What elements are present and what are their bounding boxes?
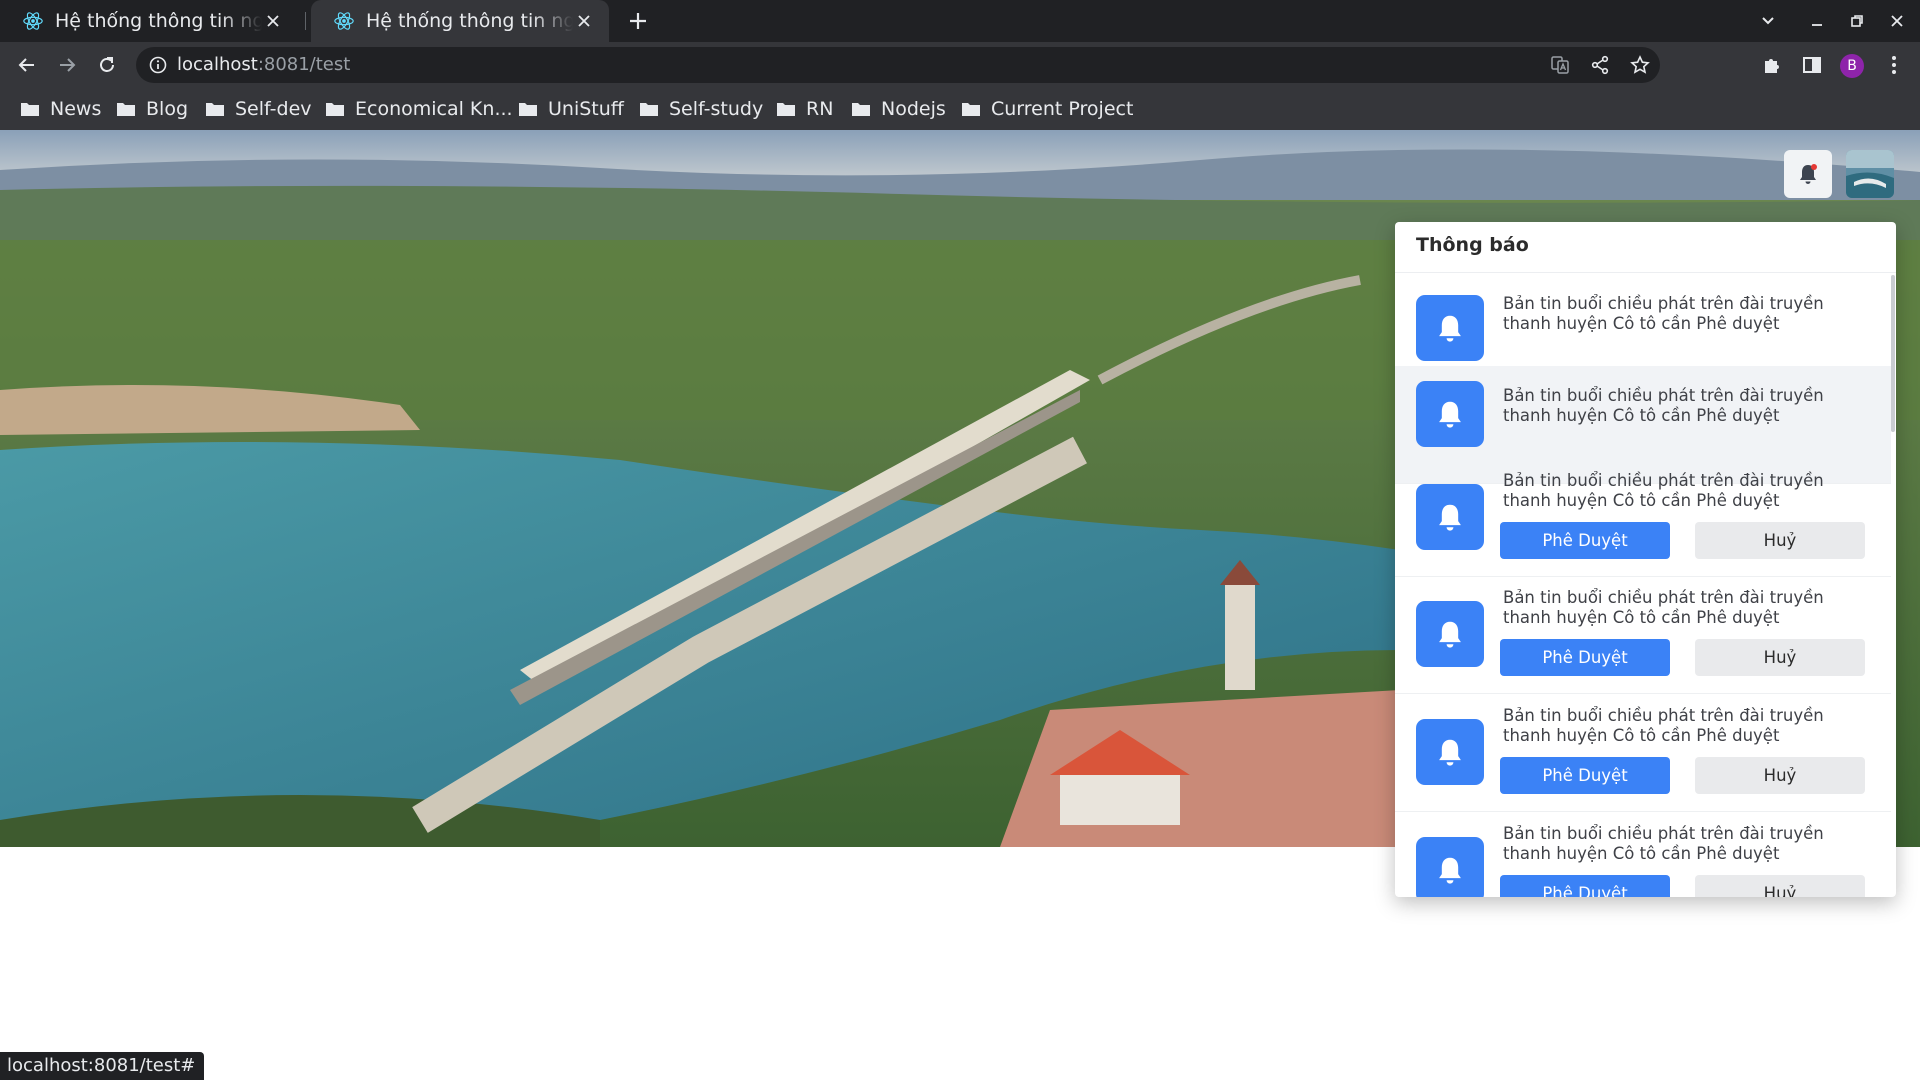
tab-search-button[interactable] (1753, 6, 1783, 36)
notification-text: Bản tin buổi chiều phát trên đài truyền … (1503, 386, 1824, 425)
more-vertical-icon[interactable] (1880, 51, 1908, 79)
arrow-right-icon (60, 58, 76, 72)
status-bar-url: localhost:8081/test# (0, 1052, 205, 1080)
folder-icon (206, 103, 224, 116)
approve-button[interactable]: Phê Duyệt (1500, 522, 1670, 559)
cancel-button[interactable]: Huỷ (1695, 639, 1865, 676)
folder-icon (852, 103, 870, 116)
bell-icon (1416, 837, 1484, 897)
folder-icon (962, 103, 980, 116)
browser-tab-1[interactable]: Hệ thống thông tin nguồn (0, 0, 298, 42)
folder-icon (640, 103, 658, 116)
arrow-left-icon (18, 58, 34, 72)
chevron-down-icon (1762, 17, 1774, 25)
restore-button[interactable] (1842, 6, 1872, 36)
approve-button[interactable]: Phê Duyệt (1500, 875, 1670, 897)
bookmark-label: Economical Kn... (355, 98, 513, 120)
url-text[interactable]: localhost:8081/test (177, 54, 350, 75)
profile-avatar[interactable]: B (1840, 54, 1864, 78)
close-icon (1891, 15, 1903, 27)
bookmark-label: News (50, 98, 102, 120)
close-window-button[interactable] (1882, 6, 1912, 36)
tab-strip: Hệ thống thông tin nguồn Hệ thống thông … (0, 0, 1920, 42)
bookmark-folder-self-dev[interactable]: Self-dev (205, 88, 312, 130)
notification-text: Bản tin buổi chiều phát trên đài truyền … (1503, 706, 1824, 745)
notification-list[interactable]: Bản tin buổi chiều phát trên đài truyền … (1395, 273, 1896, 897)
notification-bell-button[interactable] (1784, 150, 1832, 198)
new-tab-button[interactable] (623, 6, 653, 36)
notification-item[interactable]: Bản tin buổi chiều phát trên đài truyền … (1395, 459, 1891, 577)
close-icon[interactable] (573, 10, 595, 32)
folder-icon (117, 103, 135, 116)
browser-toolbar: localhost:8081/test B (0, 42, 1920, 88)
share-icon[interactable] (1588, 53, 1612, 77)
notification-item[interactable]: Bản tin buổi chiều phát trên đài truyền … (1395, 812, 1891, 897)
folder-icon (519, 103, 537, 116)
tab-title: Hệ thống thông tin nguồn (366, 10, 573, 32)
bookmark-label: UniStuff (548, 98, 624, 120)
bookmark-folder-current-project[interactable]: Current Project (961, 88, 1133, 130)
translate-icon[interactable] (1548, 53, 1572, 77)
tab-title: Hệ thống thông tin nguồn (55, 10, 262, 32)
bookmark-label: Blog (146, 98, 188, 120)
minimize-icon (1812, 24, 1822, 26)
panel-scrollbar[interactable] (1891, 275, 1895, 432)
cancel-button[interactable]: Huỷ (1695, 522, 1865, 559)
folder-icon (21, 103, 39, 116)
forward-button[interactable] (51, 49, 83, 81)
side-panel-icon[interactable] (1798, 51, 1826, 79)
bell-icon (1416, 601, 1484, 667)
bookmark-folder-economical[interactable]: Economical Kn... (325, 88, 513, 130)
folder-icon (777, 103, 795, 116)
browser-tab-2[interactable]: Hệ thống thông tin nguồn (311, 0, 609, 42)
bell-icon (1416, 484, 1484, 550)
approve-button[interactable]: Phê Duyệt (1500, 639, 1670, 676)
react-logo-icon (23, 12, 43, 30)
bookmark-star-icon[interactable] (1628, 53, 1652, 77)
notification-text: Bản tin buổi chiều phát trên đài truyền … (1503, 294, 1824, 333)
notification-text: Bản tin buổi chiều phát trên đài truyền … (1503, 588, 1824, 627)
folder-icon (326, 103, 344, 116)
bookmark-label: Self-study (669, 98, 764, 120)
bell-icon (1416, 295, 1484, 361)
notification-text: Bản tin buổi chiều phát trên đài truyền … (1503, 824, 1824, 863)
bell-icon (1800, 164, 1817, 184)
react-logo-icon (334, 12, 354, 30)
back-button[interactable] (11, 49, 43, 81)
bookmark-folder-rn[interactable]: RN (776, 88, 833, 130)
plus-icon (630, 13, 646, 29)
notification-text: Bản tin buổi chiều phát trên đài truyền … (1503, 471, 1824, 510)
bookmark-folder-self-study[interactable]: Self-study (639, 88, 763, 130)
tab-separator (305, 12, 306, 30)
approve-button[interactable]: Phê Duyệt (1500, 757, 1670, 794)
extensions-puzzle-icon[interactable] (1758, 51, 1786, 79)
notification-item[interactable]: Bản tin buổi chiều phát trên đài truyền … (1395, 694, 1891, 812)
reload-icon (100, 57, 114, 72)
bookmark-label: Self-dev (235, 98, 312, 120)
panel-title: Thông báo (1416, 234, 1529, 256)
bookmark-label: Current Project (991, 98, 1134, 120)
restore-icon (1851, 15, 1863, 27)
notification-panel: Thông báo Bản tin buổi chiều phát trên đ… (1395, 222, 1896, 897)
close-icon[interactable] (262, 10, 284, 32)
info-icon[interactable] (148, 55, 168, 75)
bookmarks-bar: News Blog Self-dev Economical Kn... UniS… (0, 88, 1920, 130)
bell-icon (1416, 381, 1484, 447)
user-avatar[interactable] (1846, 150, 1894, 198)
minimize-button[interactable] (1802, 6, 1832, 36)
address-bar[interactable]: localhost:8081/test (136, 47, 1660, 83)
cancel-button[interactable]: Huỷ (1695, 757, 1865, 794)
bookmark-label: RN (806, 98, 834, 120)
notification-item[interactable]: Bản tin buổi chiều phát trên đài truyền … (1395, 576, 1891, 694)
reload-button[interactable] (91, 49, 123, 81)
bell-icon (1416, 719, 1484, 785)
bookmark-label: Nodejs (881, 98, 946, 120)
unread-dot (1811, 164, 1817, 170)
bookmark-folder-blog[interactable]: Blog (116, 88, 188, 130)
bookmark-folder-news[interactable]: News (20, 88, 101, 130)
bookmark-folder-nodejs[interactable]: Nodejs (851, 88, 946, 130)
cancel-button[interactable]: Huỷ (1695, 875, 1865, 897)
bookmark-folder-unistuff[interactable]: UniStuff (518, 88, 624, 130)
